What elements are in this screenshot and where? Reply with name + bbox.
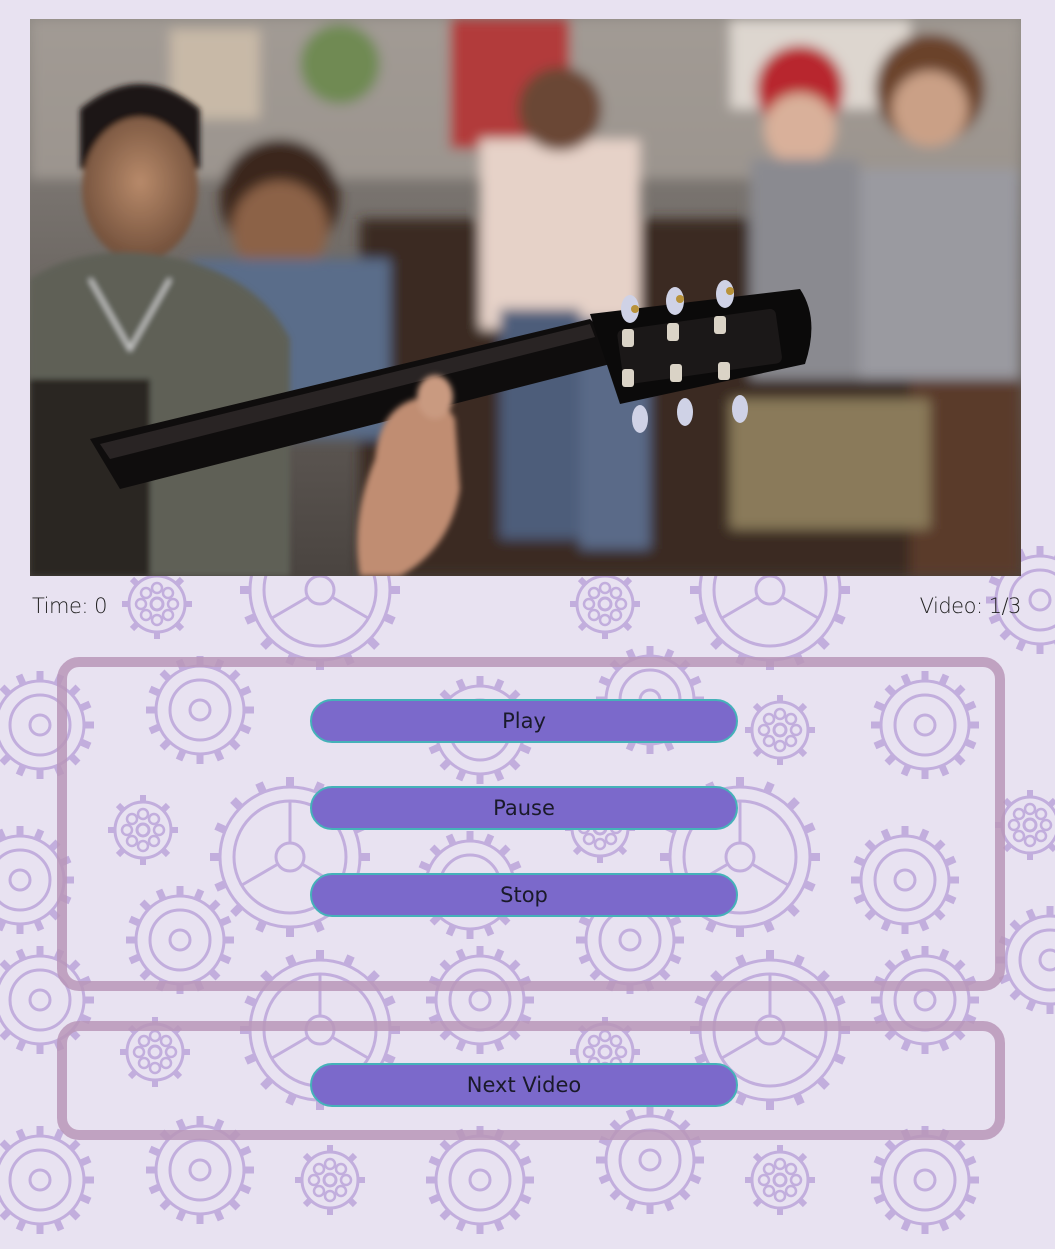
next-video-button[interactable]: Next Video (310, 1063, 738, 1107)
video-counter: Video: 1/3 (919, 594, 1022, 618)
time-label: Time: 0 (32, 594, 108, 618)
pause-button[interactable]: Pause (310, 786, 738, 830)
play-button[interactable]: Play (310, 699, 738, 743)
video-frame-image (30, 19, 1021, 576)
stop-button[interactable]: Stop (310, 873, 738, 917)
video-player[interactable] (30, 19, 1021, 576)
